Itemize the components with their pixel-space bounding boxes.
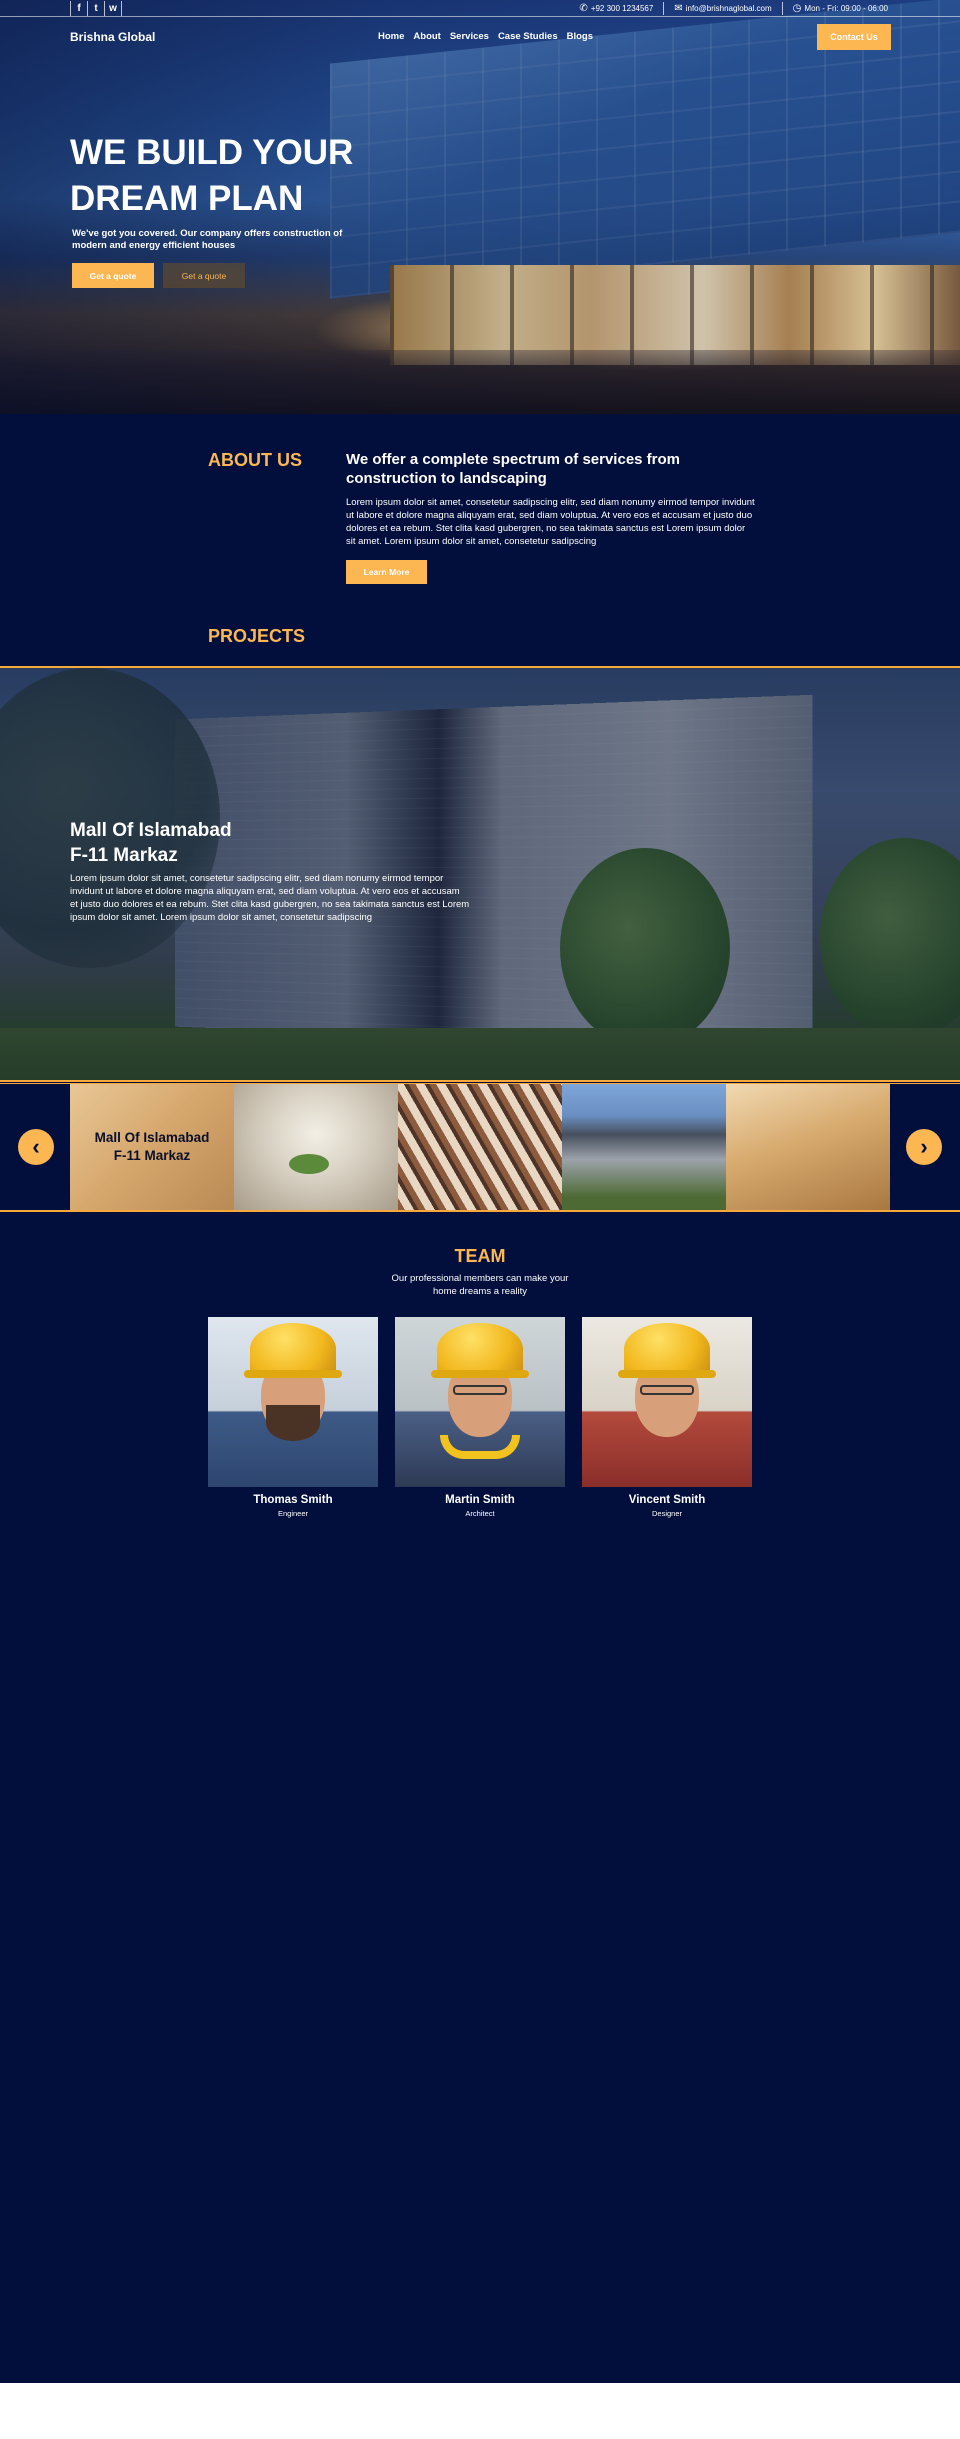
hero-section: f t w ✆ +92 300 1234567 ✉ info@brishnagl…: [0, 0, 960, 414]
phone-icon: ✆: [579, 2, 588, 14]
facebook-icon[interactable]: f: [71, 1, 88, 16]
top-bar: f t w ✆ +92 300 1234567 ✉ info@brishnagl…: [0, 0, 960, 17]
team-member-photo: [582, 1317, 752, 1487]
hero-title: WE BUILD YOUR DREAM PLAN: [70, 133, 354, 218]
page: f t w ✆ +92 300 1234567 ✉ info@brishnagl…: [0, 0, 960, 2383]
phone-item[interactable]: ✆ +92 300 1234567: [579, 2, 654, 14]
phone-number: +92 300 1234567: [590, 4, 654, 13]
hero-subtitle: We've got you covered. Our company offer…: [72, 228, 343, 251]
carousel-slide[interactable]: [562, 1084, 726, 1210]
hours-item: ◷ Mon - Fri: 09:00 - 06:00: [792, 2, 888, 14]
brand-logo[interactable]: Brishna Global: [70, 30, 155, 44]
social-links: f t w: [70, 1, 122, 16]
carousel-slide[interactable]: [726, 1084, 890, 1210]
team-subtitle: Our professional members can make your h…: [391, 1273, 569, 1297]
team-member[interactable]: Vincent Smith Designer: [582, 1317, 752, 1518]
opening-hours: Mon - Fri: 09:00 - 06:00: [804, 4, 888, 13]
projects-heading: PROJECTS: [208, 626, 306, 646]
team-member[interactable]: Thomas Smith Engineer: [208, 1317, 378, 1518]
team-member-photo: [208, 1317, 378, 1487]
main-nav: Home About Services Case Studies Blogs: [378, 31, 593, 42]
team-member-name: Martin Smith: [445, 1494, 515, 1506]
team-member-name: Vincent Smith: [628, 1494, 706, 1506]
team-member[interactable]: Martin Smith Architect: [395, 1317, 565, 1518]
about-title: We offer a complete spectrum of services…: [346, 451, 680, 487]
whatsapp-icon[interactable]: w: [105, 1, 122, 16]
team-heading: TEAM: [454, 1246, 506, 1266]
email-address: info@brishnaglobal.com: [685, 4, 772, 13]
chevron-right-icon[interactable]: ›: [906, 1129, 942, 1165]
nav-about[interactable]: About: [413, 31, 440, 42]
about-heading: ABOUT US: [208, 450, 302, 470]
carousel-slide[interactable]: [234, 1084, 398, 1210]
featured-project-title: Mall Of Islamabad F-11 Markaz: [70, 820, 232, 866]
nav-blogs[interactable]: Blogs: [567, 31, 593, 42]
nav-case-studies[interactable]: Case Studies: [498, 31, 558, 42]
carousel-slide[interactable]: Mall Of Islamabad F-11 Markaz: [70, 1084, 234, 1210]
email-item[interactable]: ✉ info@brishnaglobal.com: [674, 2, 772, 14]
contact-us-button[interactable]: Contact Us: [817, 24, 891, 50]
team-member-name: Thomas Smith: [253, 1494, 333, 1506]
nav-home[interactable]: Home: [378, 31, 404, 42]
team-member-role: Designer: [651, 1509, 682, 1518]
twitter-icon[interactable]: t: [88, 1, 105, 16]
get-quote-secondary-button[interactable]: Get a quote: [163, 263, 245, 288]
team-member-role: Architect: [465, 1509, 495, 1518]
chevron-left-icon[interactable]: ‹: [18, 1129, 54, 1165]
contact-info: ✆ +92 300 1234567 ✉ info@brishnaglobal.c…: [579, 2, 888, 15]
learn-more-button[interactable]: Learn More: [346, 560, 427, 584]
mail-icon: ✉: [674, 2, 683, 14]
projects-carousel: Mall Of Islamabad F-11 Markaz: [70, 1084, 890, 1210]
nav-services[interactable]: Services: [450, 31, 489, 42]
clock-icon: ◷: [792, 2, 802, 14]
carousel-slide[interactable]: [398, 1084, 562, 1210]
featured-project-text: Lorem ipsum dolor sit amet, consetetur s…: [70, 873, 470, 923]
about-text: Lorem ipsum dolor sit amet, consetetur s…: [346, 497, 755, 547]
team-member-role: Engineer: [277, 1509, 309, 1518]
slide-caption: Mall Of Islamabad F-11 Markaz: [94, 1130, 210, 1163]
team-member-photo: [395, 1317, 565, 1487]
get-quote-button[interactable]: Get a quote: [72, 263, 154, 288]
